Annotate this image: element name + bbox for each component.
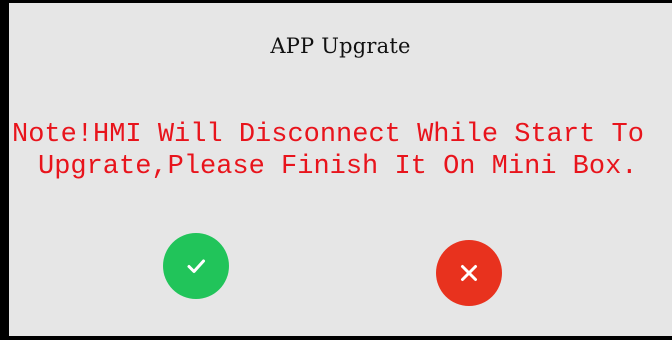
cancel-button[interactable] [436, 240, 502, 306]
upgrade-dialog: APP Upgrate Note!HMI Will Disconnect Whi… [0, 0, 672, 340]
dialog-title: APP Upgrate [270, 34, 411, 58]
confirm-button[interactable] [163, 233, 229, 299]
warning-message-line-2: Upgrate,Please Finish It On Mini Box. [38, 152, 638, 182]
close-icon [461, 265, 477, 281]
warning-message: Note!HMI Will Disconnect While Start To … [9, 119, 672, 183]
warning-message-line-1: Note!HMI Will Disconnect While Start To [12, 120, 644, 150]
check-icon [187, 259, 205, 273]
